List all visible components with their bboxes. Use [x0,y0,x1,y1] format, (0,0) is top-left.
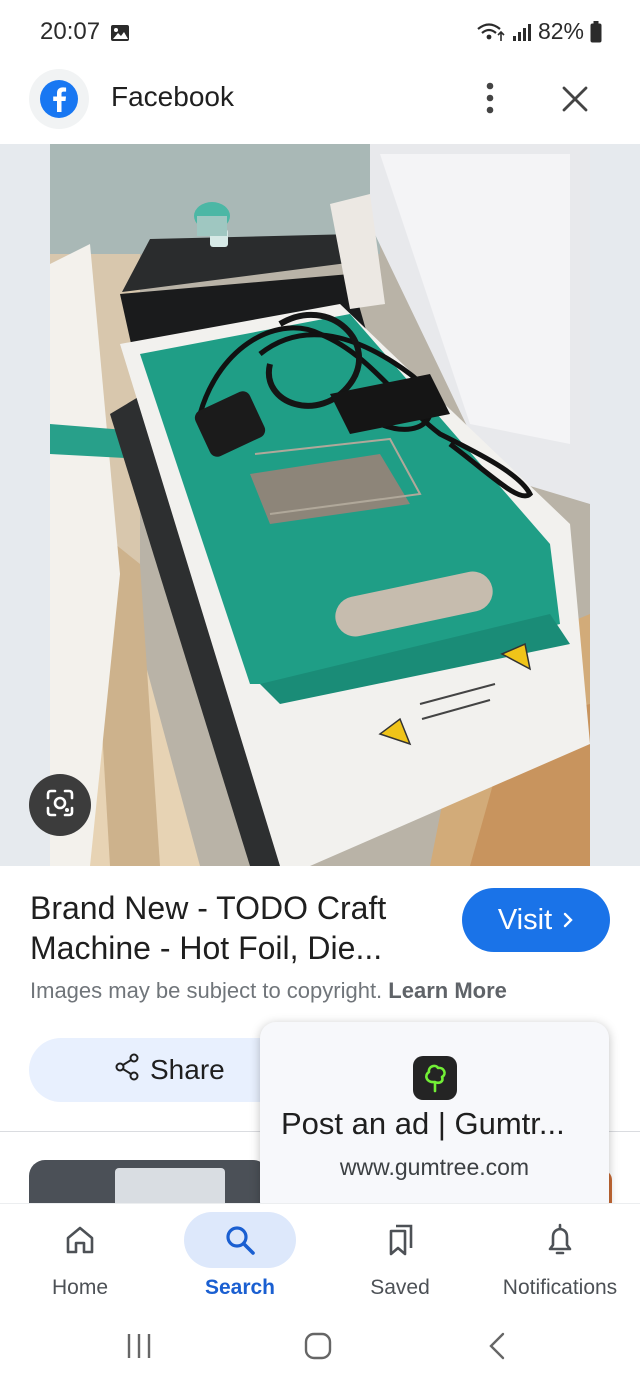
status-time: 20:07 [40,18,101,45]
search-icon [184,1212,296,1268]
nav-label: Saved [370,1276,430,1299]
page-title: Facebook [111,81,234,112]
nav-label: Home [51,1276,109,1299]
nav-search[interactable]: Search [160,1204,320,1314]
wifi-calling-icon [476,21,506,43]
copyright-text: Images may be subject to copyright. [30,978,383,1003]
home-circle-icon[interactable] [298,1329,338,1363]
result-title[interactable]: Brand New - TODO Craft Machine - Hot Foi… [30,888,440,968]
share-label: Share [150,1054,225,1085]
share-icon [114,1053,140,1088]
screen: 20:07 82% Facebook Brand New - TODO Craf… [0,0,640,1387]
nav-home[interactable]: Home [0,1204,160,1314]
recent-apps-icon[interactable] [119,1329,159,1363]
visit-button[interactable]: Visit [462,888,610,952]
close-icon[interactable] [560,84,590,114]
nav-notifications[interactable]: Notifications [480,1204,640,1314]
back-icon[interactable] [478,1329,518,1363]
status-indicators: 82% [476,18,602,45]
gallery-icon [110,24,130,42]
nav-label: Notifications [502,1276,618,1299]
status-bar: 20:07 82% [0,0,640,66]
lens-icon [44,787,76,824]
home-icon [24,1212,136,1268]
learn-more-link[interactable]: Learn More [388,978,507,1003]
product-photo [50,144,590,866]
battery-text: 82% [537,18,584,44]
popup-url: www.gumtree.com [339,1154,530,1180]
thumbnail-content [115,1168,225,1204]
gumtree-tree-icon [413,1056,457,1100]
nav-label: Search [204,1276,276,1299]
source-preview-popup[interactable]: Post an ad | Gumtr... www.gumtree.com [260,1022,609,1218]
facebook-logo-icon [29,69,89,129]
bell-icon [504,1212,616,1268]
related-image-thumbnail[interactable] [29,1160,269,1204]
battery-icon [590,20,602,43]
system-navigation-bar [0,1313,640,1387]
copyright-notice: Images may be subject to copyright. Lear… [30,978,507,1004]
nav-saved[interactable]: Saved [320,1204,480,1314]
more-vert-icon[interactable] [478,80,502,116]
visit-label: Visit [497,903,553,936]
app-header: Facebook [0,66,640,144]
image-viewer[interactable] [0,144,640,866]
chevron-right-icon [562,904,574,937]
google-lens-button[interactable] [29,774,91,836]
popup-title: Post an ad | Gumtr... [281,1106,565,1141]
bookmarks-icon [344,1212,456,1268]
signal-icon [512,22,532,42]
bottom-navigation: Home Search Saved Notifications [0,1203,640,1313]
